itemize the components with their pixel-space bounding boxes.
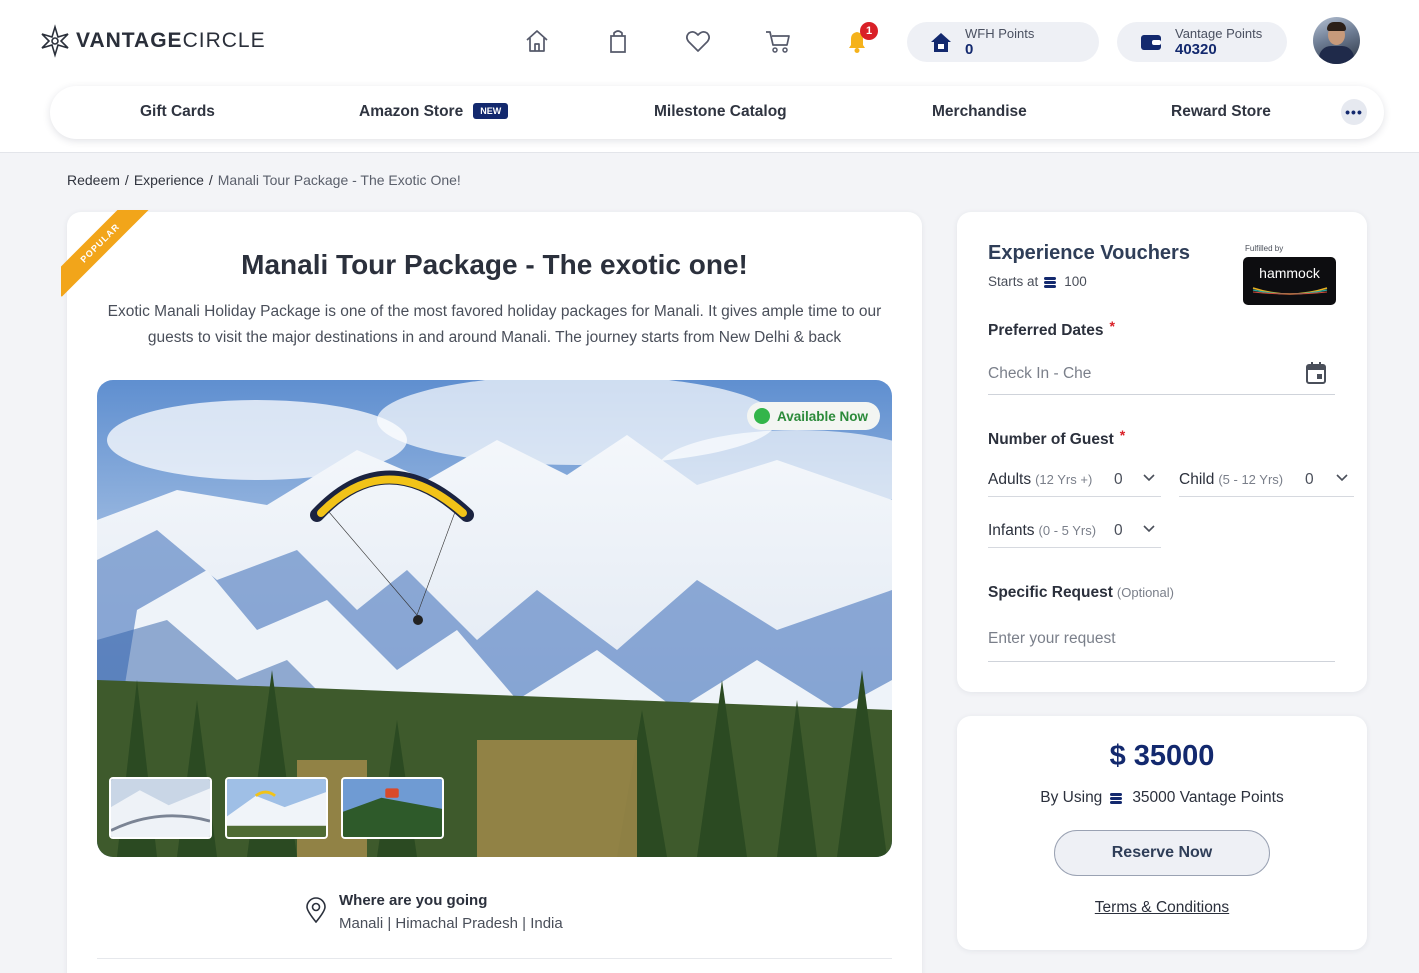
- package-hero-image: Available Now: [97, 380, 892, 857]
- points-usage: By Using 35000 Vantage Points: [1040, 789, 1284, 806]
- divider: [97, 958, 892, 959]
- experience-vouchers-title: Experience Vouchers: [988, 242, 1190, 264]
- destination-value: Manali | Himachal Pradesh | India: [339, 915, 563, 932]
- price-card: $ 35000 By Using 35000 Vantage Points Re…: [957, 716, 1367, 950]
- nav-reward-store[interactable]: Reward Store: [1171, 103, 1271, 121]
- wfh-house-icon: [931, 33, 951, 52]
- gallery-thumbnail-3[interactable]: [341, 777, 444, 839]
- location-pin-icon: [306, 897, 326, 923]
- specific-request-label: Specific Request (Optional): [988, 584, 1174, 601]
- package-card: POPULAR Manali Tour Package - The exotic…: [61, 210, 922, 973]
- wallet-icon: [1141, 35, 1161, 50]
- wfh-points-value: 0: [965, 40, 974, 58]
- breadcrumb-redeem[interactable]: Redeem: [67, 172, 120, 188]
- user-avatar[interactable]: [1313, 17, 1360, 64]
- nav-gift-cards[interactable]: Gift Cards: [140, 103, 215, 121]
- nav-merchandise[interactable]: Merchandise: [932, 103, 1027, 121]
- breadcrumb: Redeem / Experience / Manali Tour Packag…: [67, 172, 461, 188]
- chevron-down-icon: [1143, 474, 1155, 482]
- terms-conditions-link[interactable]: Terms & Conditions: [957, 899, 1367, 917]
- availability-badge: Available Now: [746, 402, 880, 430]
- destination-info: Where are you going Manali | Himachal Pr…: [305, 892, 563, 932]
- new-badge: NEW: [473, 103, 509, 119]
- starts-at: Starts at 100: [988, 274, 1087, 289]
- notification-bell-icon[interactable]: 1: [842, 22, 878, 56]
- home-icon[interactable]: [522, 26, 552, 56]
- chevron-down-icon: [1143, 525, 1155, 533]
- booking-form-card: Experience Vouchers Starts at 100 Fulfil…: [957, 212, 1367, 692]
- infants-select[interactable]: Infants (0 - 5 Yrs) 0: [988, 514, 1161, 548]
- logo-star-icon: [41, 24, 69, 58]
- available-dot-icon: [753, 408, 770, 424]
- adults-select[interactable]: Adults (12 Yrs +) 0: [988, 463, 1161, 497]
- breadcrumb-experience[interactable]: Experience: [134, 172, 204, 188]
- notification-count-badge: 1: [860, 22, 878, 40]
- hammock-logo: hammock: [1243, 257, 1336, 305]
- gallery-thumbnail-1[interactable]: [109, 777, 212, 839]
- vantage-circle-logo[interactable]: VANTAGECIRCLE: [38, 24, 266, 58]
- package-description: Exotic Manali Holiday Package is one of …: [107, 303, 882, 346]
- child-select[interactable]: Child (5 - 12 Yrs) 0: [1179, 463, 1354, 497]
- more-options-button[interactable]: •••: [1341, 99, 1367, 125]
- cart-icon[interactable]: [763, 26, 793, 56]
- top-header: VANTAGECIRCLE 1 WFH Points 0 Vantage Poi…: [0, 0, 1419, 153]
- chevron-down-icon: [1336, 474, 1348, 482]
- package-title: Manali Tour Package - The exotic one!: [241, 249, 748, 280]
- nav-amazon-store[interactable]: Amazon Store NEW: [359, 103, 509, 121]
- calendar-icon[interactable]: [1305, 361, 1327, 385]
- breadcrumb-current: Manali Tour Package - The Exotic One!: [217, 172, 461, 188]
- category-nav: Gift Cards Amazon Store NEW Milestone Cat…: [50, 86, 1384, 139]
- wfh-points-label: WFH Points: [965, 25, 1035, 41]
- destination-label: Where are you going: [339, 892, 488, 909]
- vantage-points-value: 40320: [1175, 40, 1217, 58]
- brand-name: VANTAGECIRCLE: [76, 29, 266, 52]
- shopping-bag-icon[interactable]: [603, 26, 633, 56]
- specific-request-input[interactable]: Enter your request: [988, 624, 1335, 662]
- vantage-points-label: Vantage Points: [1175, 25, 1263, 41]
- heart-icon[interactable]: [683, 26, 713, 56]
- gallery-thumbnail-2[interactable]: [225, 777, 328, 839]
- fulfilled-by-label: Fulfilled by: [1245, 244, 1284, 253]
- price-amount: $ 35000: [1109, 740, 1215, 772]
- wfh-points-pill[interactable]: WFH Points 0: [907, 22, 1099, 62]
- nav-milestone-catalog[interactable]: Milestone Catalog: [654, 103, 787, 121]
- vantage-points-pill[interactable]: Vantage Points 40320: [1117, 22, 1287, 62]
- reserve-now-button[interactable]: Reserve Now: [1054, 830, 1270, 876]
- coins-icon: [1044, 276, 1058, 288]
- date-range-input[interactable]: Check In - Che: [988, 357, 1335, 395]
- coins-icon: [1110, 793, 1124, 804]
- number-of-guest-label: Number of Guest *: [988, 427, 1126, 448]
- preferred-dates-label: Preferred Dates *: [988, 318, 1115, 339]
